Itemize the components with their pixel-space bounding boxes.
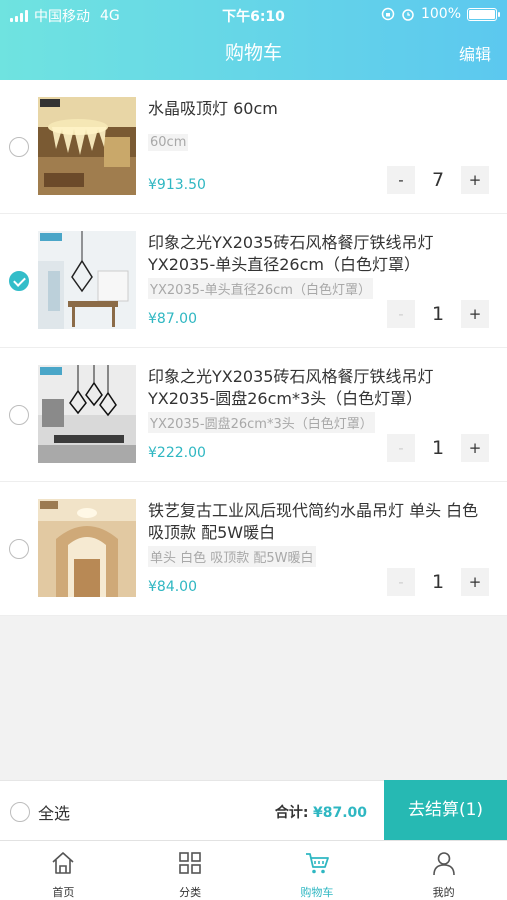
cart-item: 铁艺复古工业风后现代简约水晶吊灯 单头 白色 吸顶款 配5W暖白 单头 白色 吸… <box>0 482 507 616</box>
increase-button[interactable]: + <box>461 166 489 194</box>
cart-item: 印象之光YX2035砖石风格餐厅铁线吊灯 YX2035-圆盘26cm*3头（白色… <box>0 348 507 482</box>
product-spec: 60cm <box>148 134 189 151</box>
title-row: 购物车 编辑 <box>0 38 507 68</box>
decrease-button[interactable]: - <box>387 568 415 596</box>
cart-icon <box>305 853 329 874</box>
product-image[interactable] <box>38 499 136 597</box>
increase-button[interactable]: + <box>461 300 489 328</box>
tab-label: 首页 <box>52 886 75 899</box>
product-image[interactable] <box>38 365 136 463</box>
item-select-radio[interactable] <box>9 539 29 559</box>
edit-button[interactable]: 编辑 <box>459 41 491 65</box>
item-select-radio[interactable] <box>9 271 29 291</box>
header: 中国移动 4G 下午6:10 100% 购物车 编辑 <box>0 0 507 80</box>
item-select-radio[interactable] <box>9 405 29 425</box>
alarm-icon <box>402 9 414 21</box>
rotation-lock-icon <box>381 7 395 21</box>
select-all[interactable]: 全选 <box>10 800 70 824</box>
product-name[interactable]: 铁艺复古工业风后现代简约水晶吊灯 单头 白色 吸顶款 配5W暖白 <box>148 500 488 544</box>
checkout-bar: 全选 合计: ¥87.00 去结算(1) <box>0 780 507 841</box>
product-name[interactable]: 印象之光YX2035砖石风格餐厅铁线吊灯 YX2035-单头直径26cm（白色灯… <box>148 232 488 276</box>
quantity-stepper: - 1 + <box>387 300 489 328</box>
decrease-button[interactable]: - <box>387 166 415 194</box>
quantity-stepper: - 1 + <box>387 568 489 596</box>
cart-item: 印象之光YX2035砖石风格餐厅铁线吊灯 YX2035-单头直径26cm（白色灯… <box>0 214 507 348</box>
increase-button[interactable]: + <box>461 434 489 462</box>
product-price: ¥222.00 <box>148 445 206 461</box>
tab-cart[interactable]: 购物车 <box>254 841 381 900</box>
quantity-value[interactable]: 7 <box>415 166 461 194</box>
battery-percent: 100% <box>420 6 461 22</box>
page-title: 购物车 <box>224 42 282 64</box>
quantity-stepper: - 7 + <box>387 166 489 194</box>
tab-bar: 首页 分类 购物车 我的 <box>0 840 507 900</box>
quantity-value[interactable]: 1 <box>415 300 461 328</box>
quantity-value[interactable]: 1 <box>415 568 461 596</box>
product-price: ¥913.50 <box>148 177 206 193</box>
total-amount: 合计: ¥87.00 <box>275 802 367 822</box>
total-value: ¥87.00 <box>312 805 367 821</box>
cart-list: 水晶吸顶灯 60cm 60cm ¥913.50 - 7 + 印象之光YX2035… <box>0 80 507 616</box>
tab-label: 我的 <box>432 886 455 899</box>
product-image[interactable] <box>38 97 136 195</box>
item-select-radio[interactable] <box>9 137 29 157</box>
product-spec: YX2035-圆盘26cm*3头（白色灯罩） <box>148 412 375 433</box>
battery-icon <box>467 7 500 21</box>
status-right: 100% <box>381 6 500 22</box>
cart-item: 水晶吸顶灯 60cm 60cm ¥913.50 - 7 + <box>0 80 507 214</box>
product-price: ¥87.00 <box>148 311 197 327</box>
tab-mine[interactable]: 我的 <box>380 841 507 900</box>
increase-button[interactable]: + <box>461 568 489 596</box>
user-icon <box>432 852 455 876</box>
tab-home[interactable]: 首页 <box>0 841 127 900</box>
total-label: 合计: <box>274 805 309 821</box>
tab-label: 购物车 <box>300 886 334 899</box>
product-spec: YX2035-单头直径26cm（白色灯罩） <box>148 278 373 299</box>
grid-icon <box>179 852 201 874</box>
product-price: ¥84.00 <box>148 579 197 595</box>
status-bar: 中国移动 4G 下午6:10 100% <box>0 0 507 28</box>
tab-label: 分类 <box>179 886 202 899</box>
decrease-button[interactable]: - <box>387 300 415 328</box>
select-all-label[interactable]: 全选 <box>38 800 70 824</box>
checkout-button[interactable]: 去结算(1) <box>384 780 507 841</box>
tab-category[interactable]: 分类 <box>127 841 254 900</box>
product-name[interactable]: 印象之光YX2035砖石风格餐厅铁线吊灯 YX2035-圆盘26cm*3头（白色… <box>148 366 488 410</box>
product-spec: 单头 白色 吸顶款 配5W暖白 <box>148 546 316 567</box>
product-name[interactable]: 水晶吸顶灯 60cm <box>148 98 488 120</box>
home-icon <box>52 852 74 874</box>
product-image[interactable] <box>38 231 136 329</box>
decrease-button[interactable]: - <box>387 434 415 462</box>
quantity-value[interactable]: 1 <box>415 434 461 462</box>
select-all-radio[interactable] <box>10 802 30 822</box>
quantity-stepper: - 1 + <box>387 434 489 462</box>
